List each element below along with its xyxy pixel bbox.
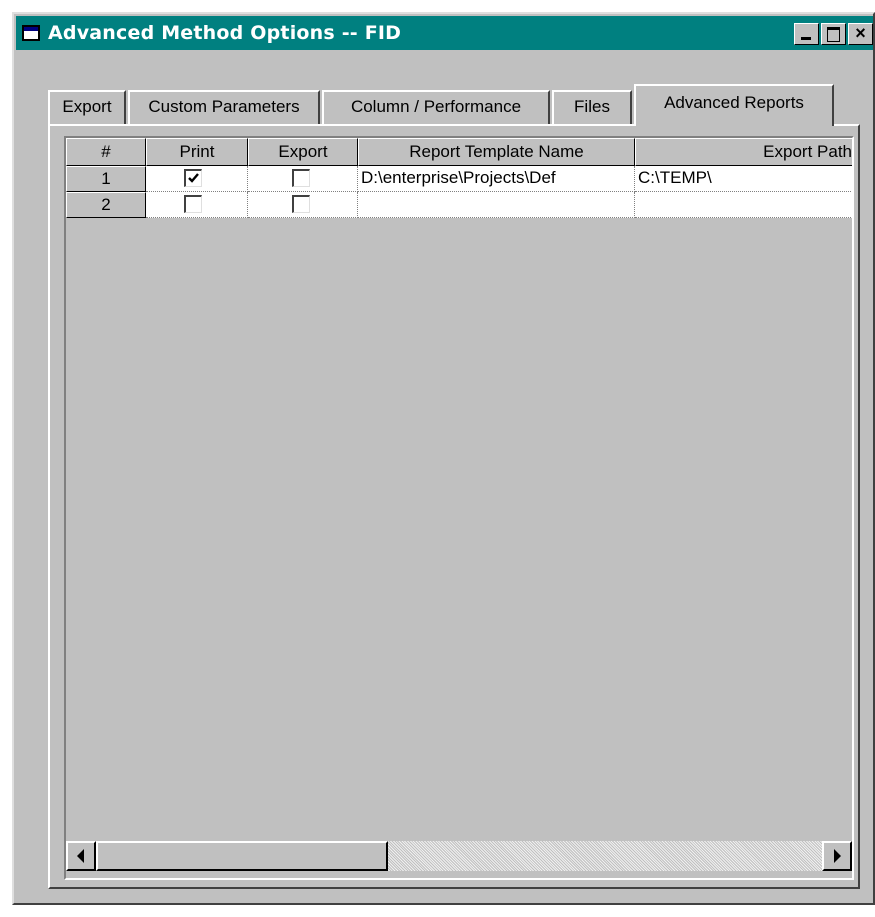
column-header-number[interactable]: # bbox=[66, 138, 146, 166]
reports-grid: # Print Export Report Template Name Expo… bbox=[64, 136, 854, 880]
row-header[interactable]: 2 bbox=[66, 192, 146, 218]
tab-export[interactable]: Export bbox=[48, 90, 126, 124]
export-path-cell[interactable] bbox=[635, 192, 852, 218]
column-header-export[interactable]: Export bbox=[248, 138, 358, 166]
row-header[interactable]: 1 bbox=[66, 166, 146, 192]
tab-custom-parameters[interactable]: Custom Parameters bbox=[128, 90, 320, 124]
dialog-window: Advanced Method Options -- FID × Export … bbox=[12, 12, 875, 905]
print-checkbox-row-2[interactable] bbox=[184, 195, 202, 213]
maximize-button[interactable] bbox=[821, 23, 846, 45]
export-cell bbox=[248, 192, 358, 218]
window-icon[interactable] bbox=[22, 25, 40, 41]
scroll-right-button[interactable] bbox=[822, 841, 852, 871]
scroll-left-button[interactable] bbox=[66, 841, 96, 871]
report-template-cell[interactable]: D:\enterprise\Projects\Def bbox=[358, 166, 635, 192]
export-path-cell[interactable]: C:\TEMP\ bbox=[635, 166, 852, 192]
tab-advanced-reports[interactable]: Advanced Reports bbox=[634, 84, 834, 126]
export-cell bbox=[248, 166, 358, 192]
export-checkbox-row-2[interactable] bbox=[292, 195, 310, 213]
export-checkbox-row-1[interactable] bbox=[292, 169, 310, 187]
checkmark-icon bbox=[188, 173, 199, 183]
close-button[interactable]: × bbox=[848, 23, 873, 45]
title-bar[interactable]: Advanced Method Options -- FID × bbox=[16, 16, 873, 50]
arrow-right-icon bbox=[834, 849, 841, 863]
column-header-export-path[interactable]: Export Path bbox=[635, 138, 852, 166]
window-title: Advanced Method Options -- FID bbox=[48, 22, 402, 44]
print-cell bbox=[146, 166, 248, 192]
column-header-report-template-name[interactable]: Report Template Name bbox=[358, 138, 635, 166]
tab-column-performance[interactable]: Column / Performance bbox=[322, 90, 550, 124]
arrow-left-icon bbox=[77, 849, 84, 863]
scrollbar-thumb[interactable] bbox=[96, 841, 388, 871]
print-checkbox-row-1[interactable] bbox=[184, 169, 202, 187]
advanced-reports-panel: # Print Export Report Template Name Expo… bbox=[48, 124, 860, 889]
horizontal-scrollbar[interactable] bbox=[66, 841, 852, 871]
tab-files[interactable]: Files bbox=[552, 90, 632, 124]
print-cell bbox=[146, 192, 248, 218]
minimize-button[interactable] bbox=[794, 23, 819, 45]
column-header-print[interactable]: Print bbox=[146, 138, 248, 166]
report-template-cell[interactable] bbox=[358, 192, 635, 218]
